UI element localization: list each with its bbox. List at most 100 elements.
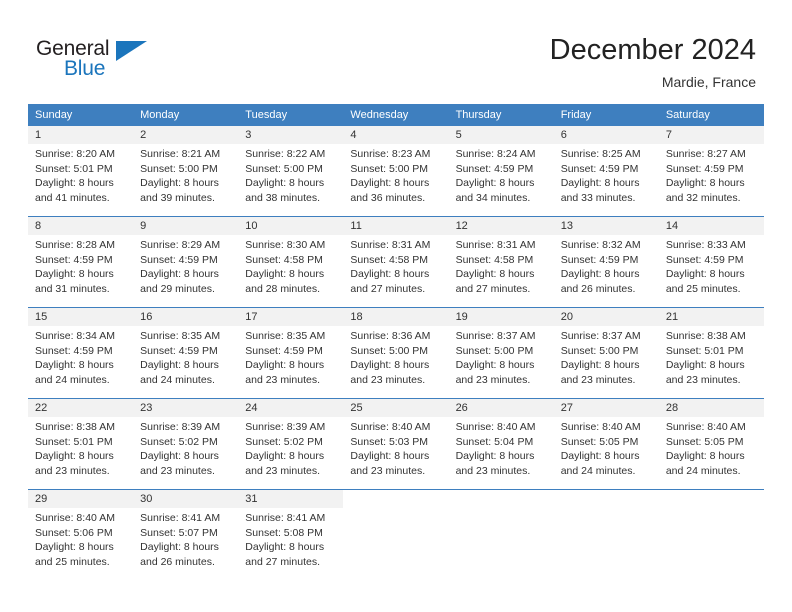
day-cell-inner xyxy=(449,490,554,580)
day-cell-inner: 27 Sunrise: 8:40 AM Sunset: 5:05 PM Dayligh… xyxy=(553,399,659,489)
day-details: Sunrise: 8:24 AM Sunset: 4:59 PM Daylight:… xyxy=(449,144,554,205)
day-details: Sunrise: 8:35 AM Sunset: 4:59 PM Daylight:… xyxy=(238,326,343,387)
day-number: 8 xyxy=(28,217,134,235)
calendar-day-cell[interactable]: 15 Sunrise: 8:34 AM Sunset: 4:59 PM Dayligh… xyxy=(28,307,134,399)
sunset-text: Sunset: 4:59 PM xyxy=(140,344,218,357)
calendar-day-cell[interactable]: 3 Sunrise: 8:22 AM Sunset: 5:00 PM Daylight… xyxy=(238,126,344,217)
day-cell-inner: 4 Sunrise: 8:23 AM Sunset: 5:00 PM Daylight… xyxy=(343,126,449,216)
calendar-day-cell[interactable]: 7 Sunrise: 8:27 AM Sunset: 4:59 PM Daylight… xyxy=(658,126,764,217)
sunrise-text: Sunrise: 8:33 AM xyxy=(665,239,746,251)
day-cell-inner: 28 Sunrise: 8:40 AM Sunset: 5:05 PM Dayligh… xyxy=(658,399,764,489)
day-details: Sunrise: 8:41 AM Sunset: 5:08 PM Daylight:… xyxy=(238,508,343,569)
daylight-text-line1: Daylight: 8 hours xyxy=(140,359,219,371)
generalblue-logo[interactable]: General Blue xyxy=(36,36,147,84)
calendar-day-cell[interactable]: 4 Sunrise: 8:23 AM Sunset: 5:00 PM Daylight… xyxy=(343,126,449,217)
day-cell-inner: 21 Sunrise: 8:38 AM Sunset: 5:01 PM Dayligh… xyxy=(658,308,764,398)
calendar-day-cell[interactable]: 30 Sunrise: 8:41 AM Sunset: 5:07 PM Dayligh… xyxy=(133,489,239,580)
day-number: 24 xyxy=(238,399,344,417)
day-number: 15 xyxy=(28,308,134,326)
day-number: 26 xyxy=(448,399,554,417)
sunset-text: Sunset: 5:02 PM xyxy=(140,435,218,448)
daylight-text-line1: Daylight: 8 hours xyxy=(245,268,325,280)
daylight-text-line2: and 31 minutes. xyxy=(35,282,110,295)
day-details: Sunrise: 8:31 AM Sunset: 4:58 PM Daylight:… xyxy=(343,235,448,296)
calendar-day-cell[interactable]: 8 Sunrise: 8:28 AM Sunset: 4:59 PM Daylight… xyxy=(28,216,134,308)
weekday-header-sunday: Sunday xyxy=(28,104,134,126)
calendar-day-cell[interactable]: 28 Sunrise: 8:40 AM Sunset: 5:05 PM Dayligh… xyxy=(658,398,764,490)
day-number: 20 xyxy=(553,308,659,326)
day-number: 7 xyxy=(658,126,764,144)
calendar-day-cell[interactable]: 23 Sunrise: 8:39 AM Sunset: 5:02 PM Dayligh… xyxy=(133,398,239,490)
calendar-day-cell[interactable]: 31 Sunrise: 8:41 AM Sunset: 5:08 PM Dayligh… xyxy=(238,489,344,580)
calendar-day-cell[interactable]: 1 Sunrise: 8:20 AM Sunset: 5:01 PM Daylight… xyxy=(28,126,134,217)
day-cell-inner: 9 Sunrise: 8:29 AM Sunset: 4:59 PM Daylight… xyxy=(133,217,239,307)
sunset-text: Sunset: 5:01 PM xyxy=(665,344,744,357)
calendar-day-cell[interactable]: 12 Sunrise: 8:31 AM Sunset: 4:58 PM Dayligh… xyxy=(448,216,554,308)
calendar-day-cell[interactable]: 24 Sunrise: 8:39 AM Sunset: 5:02 PM Dayligh… xyxy=(238,398,344,490)
sunrise-text: Sunrise: 8:39 AM xyxy=(140,421,221,433)
sunrise-text: Sunrise: 8:37 AM xyxy=(455,330,536,342)
sunrise-text: Sunrise: 8:32 AM xyxy=(560,239,641,251)
sunset-text: Sunset: 5:00 PM xyxy=(560,344,639,357)
day-cell-inner: 11 Sunrise: 8:31 AM Sunset: 4:58 PM Dayligh… xyxy=(343,217,449,307)
daylight-text-line1: Daylight: 8 hours xyxy=(245,541,325,553)
calendar-day-cell[interactable]: 9 Sunrise: 8:29 AM Sunset: 4:59 PM Daylight… xyxy=(133,216,239,308)
calendar-day-cell[interactable]: 2 Sunrise: 8:21 AM Sunset: 5:00 PM Daylight… xyxy=(133,126,239,217)
day-details: Sunrise: 8:27 AM Sunset: 4:59 PM Daylight:… xyxy=(659,144,764,205)
calendar-day-cell[interactable]: 18 Sunrise: 8:36 AM Sunset: 5:00 PM Dayligh… xyxy=(343,307,449,399)
day-details: Sunrise: 8:29 AM Sunset: 4:59 PM Daylight:… xyxy=(133,235,238,296)
day-cell-inner: 2 Sunrise: 8:21 AM Sunset: 5:00 PM Daylight… xyxy=(133,126,239,216)
calendar-day-cell[interactable]: 17 Sunrise: 8:35 AM Sunset: 4:59 PM Dayligh… xyxy=(238,307,344,399)
sunset-text: Sunset: 5:05 PM xyxy=(665,435,744,448)
day-number xyxy=(449,490,554,508)
sunrise-text: Sunrise: 8:37 AM xyxy=(560,330,641,342)
daylight-text-line2: and 39 minutes. xyxy=(140,191,215,204)
day-details: Sunrise: 8:41 AM Sunset: 5:07 PM Daylight:… xyxy=(133,508,238,569)
daylight-text-line2: and 23 minutes. xyxy=(35,464,110,477)
sunset-text: Sunset: 5:01 PM xyxy=(35,435,113,448)
calendar-day-cell[interactable]: 20 Sunrise: 8:37 AM Sunset: 5:00 PM Dayligh… xyxy=(553,307,659,399)
calendar-day-cell[interactable]: 11 Sunrise: 8:31 AM Sunset: 4:58 PM Dayligh… xyxy=(343,216,449,308)
day-details xyxy=(659,508,764,511)
day-number: 3 xyxy=(238,126,344,144)
sunrise-text: Sunrise: 8:38 AM xyxy=(665,330,746,342)
daylight-text-line1: Daylight: 8 hours xyxy=(140,268,219,280)
day-cell-inner: 3 Sunrise: 8:22 AM Sunset: 5:00 PM Daylight… xyxy=(238,126,344,216)
calendar-day-cell[interactable]: 26 Sunrise: 8:40 AM Sunset: 5:04 PM Dayligh… xyxy=(448,398,554,490)
day-details: Sunrise: 8:38 AM Sunset: 5:01 PM Daylight:… xyxy=(28,417,133,478)
day-number: 22 xyxy=(28,399,134,417)
day-cell-inner: 29 Sunrise: 8:40 AM Sunset: 5:06 PM Dayligh… xyxy=(28,490,134,580)
day-cell-inner: 23 Sunrise: 8:39 AM Sunset: 5:02 PM Dayligh… xyxy=(133,399,239,489)
calendar-day-cell[interactable]: 19 Sunrise: 8:37 AM Sunset: 5:00 PM Dayligh… xyxy=(448,307,554,399)
sunset-text: Sunset: 4:58 PM xyxy=(245,253,323,266)
daylight-text-line1: Daylight: 8 hours xyxy=(665,450,745,462)
sunrise-text: Sunrise: 8:20 AM xyxy=(35,148,115,160)
calendar-day-cell[interactable]: 10 Sunrise: 8:30 AM Sunset: 4:58 PM Dayligh… xyxy=(238,216,344,308)
daylight-text-line2: and 28 minutes. xyxy=(245,282,320,295)
calendar-cell-empty xyxy=(343,489,449,580)
calendar-page: General Blue December 2024 Mardie, Franc… xyxy=(0,0,792,612)
daylight-text-line2: and 23 minutes. xyxy=(350,464,426,477)
daylight-text-line1: Daylight: 8 hours xyxy=(35,268,114,280)
daylight-text-line2: and 27 minutes. xyxy=(350,282,426,295)
sunrise-text: Sunrise: 8:40 AM xyxy=(665,421,746,433)
sunset-text: Sunset: 4:59 PM xyxy=(560,253,639,266)
sunset-text: Sunset: 4:58 PM xyxy=(455,253,534,266)
day-number xyxy=(659,490,764,508)
calendar-day-cell[interactable]: 27 Sunrise: 8:40 AM Sunset: 5:05 PM Dayligh… xyxy=(553,398,659,490)
calendar-day-cell[interactable]: 6 Sunrise: 8:25 AM Sunset: 4:59 PM Daylight… xyxy=(553,126,659,217)
sunset-text: Sunset: 4:59 PM xyxy=(665,162,744,175)
calendar-day-cell[interactable]: 5 Sunrise: 8:24 AM Sunset: 4:59 PM Daylight… xyxy=(448,126,554,217)
calendar-day-cell[interactable]: 29 Sunrise: 8:40 AM Sunset: 5:06 PM Dayligh… xyxy=(28,489,134,580)
calendar-day-cell[interactable]: 14 Sunrise: 8:33 AM Sunset: 4:59 PM Dayligh… xyxy=(658,216,764,308)
calendar-day-cell[interactable]: 21 Sunrise: 8:38 AM Sunset: 5:01 PM Dayligh… xyxy=(658,307,764,399)
day-cell-inner xyxy=(343,490,448,580)
calendar-day-cell[interactable]: 22 Sunrise: 8:38 AM Sunset: 5:01 PM Dayligh… xyxy=(28,398,134,490)
sunset-text: Sunset: 5:00 PM xyxy=(350,162,429,175)
calendar-day-cell[interactable]: 13 Sunrise: 8:32 AM Sunset: 4:59 PM Dayligh… xyxy=(553,216,659,308)
daylight-text-line1: Daylight: 8 hours xyxy=(245,450,325,462)
calendar-day-cell[interactable]: 25 Sunrise: 8:40 AM Sunset: 5:03 PM Dayligh… xyxy=(343,398,449,490)
calendar-day-cell[interactable]: 16 Sunrise: 8:35 AM Sunset: 4:59 PM Dayligh… xyxy=(133,307,239,399)
day-cell-inner: 19 Sunrise: 8:37 AM Sunset: 5:00 PM Dayligh… xyxy=(448,308,554,398)
daylight-text-line2: and 26 minutes. xyxy=(140,555,215,568)
